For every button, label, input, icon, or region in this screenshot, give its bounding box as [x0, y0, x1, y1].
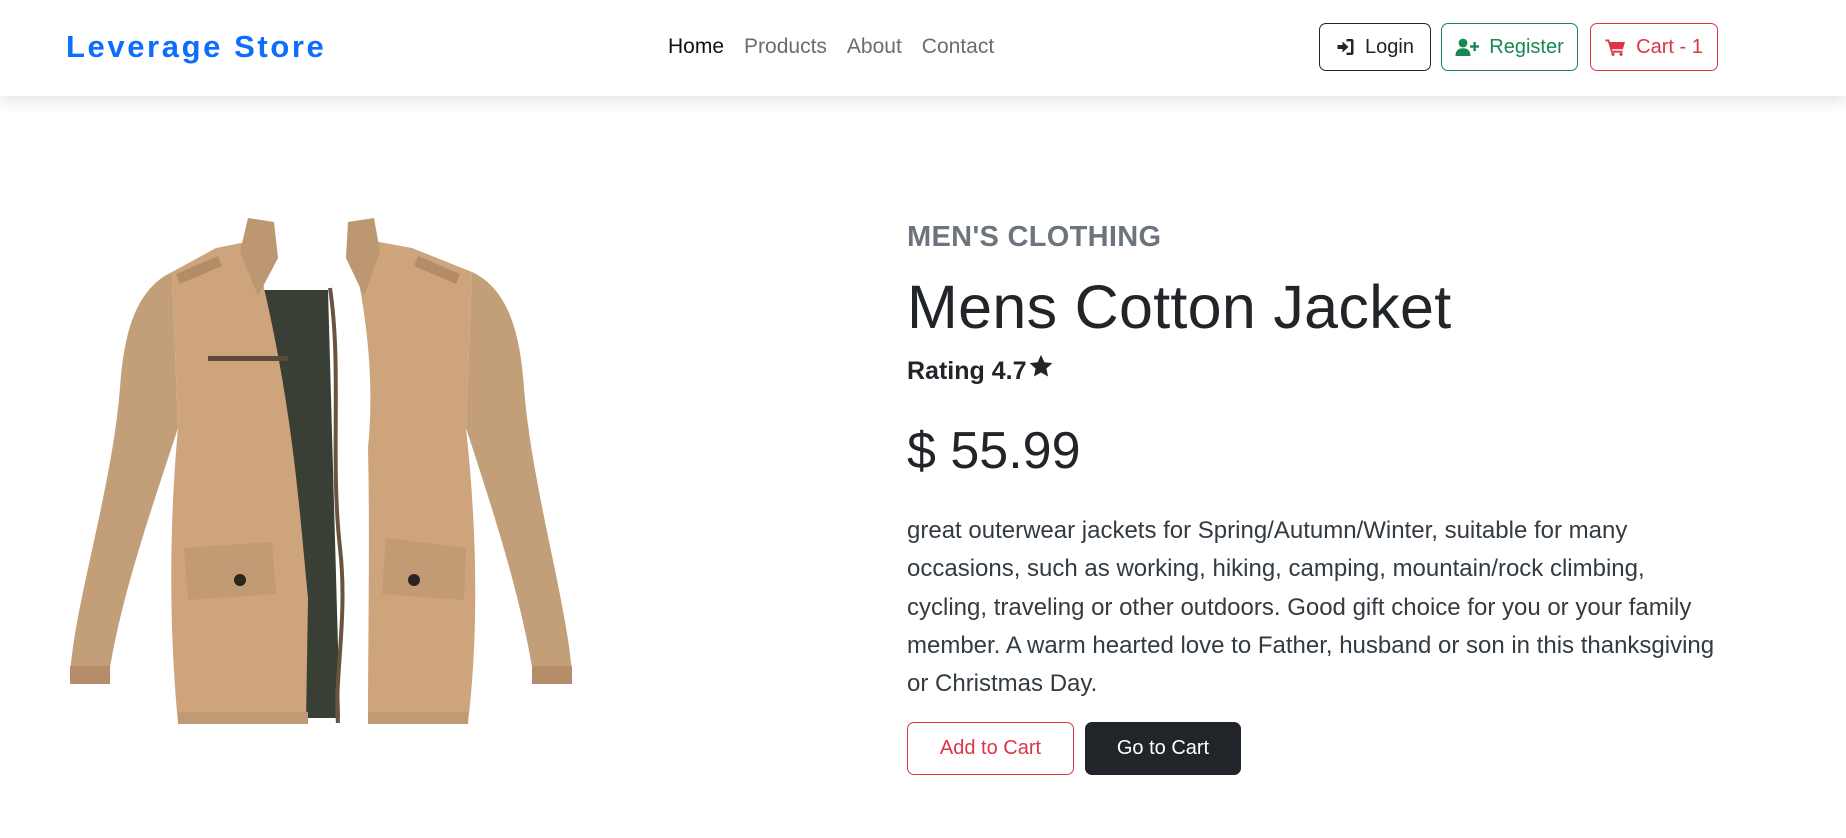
product-title: Mens Cotton Jacket [907, 273, 1452, 341]
go-to-cart-button[interactable]: Go to Cart [1085, 722, 1241, 775]
cart-button[interactable]: Cart - 1 [1590, 23, 1718, 71]
product-description: great outerwear jackets for Spring/Autum… [907, 517, 1715, 698]
product-rating: Rating 4.7 [907, 354, 1054, 387]
star-icon [1028, 354, 1054, 387]
login-button[interactable]: Login [1319, 23, 1431, 71]
rating-label: Rating 4.7 [907, 356, 1027, 385]
product-image [68, 218, 572, 728]
nav-link-home[interactable]: Home [668, 33, 724, 61]
nav-link-about[interactable]: About [847, 33, 902, 61]
product-category: MEN'S CLOTHING [907, 221, 1162, 253]
add-to-cart-button[interactable]: Add to Cart [907, 722, 1074, 775]
sign-in-icon [1336, 38, 1355, 56]
nav-link-contact[interactable]: Contact [922, 33, 994, 61]
user-plus-icon [1455, 38, 1480, 57]
brand-logo[interactable]: Leverage Store [66, 28, 326, 66]
product-price: $ 55.99 [907, 422, 1081, 480]
nav-links: Home Products About Contact [668, 33, 994, 61]
shopping-cart-icon [1605, 38, 1626, 56]
cart-label: Cart - 1 [1636, 35, 1703, 58]
navbar: Leverage Store Home Products About Conta… [0, 0, 1846, 96]
register-button[interactable]: Register [1441, 23, 1578, 71]
nav-link-products[interactable]: Products [744, 33, 827, 61]
login-label: Login [1365, 35, 1414, 58]
register-label: Register [1489, 35, 1564, 58]
